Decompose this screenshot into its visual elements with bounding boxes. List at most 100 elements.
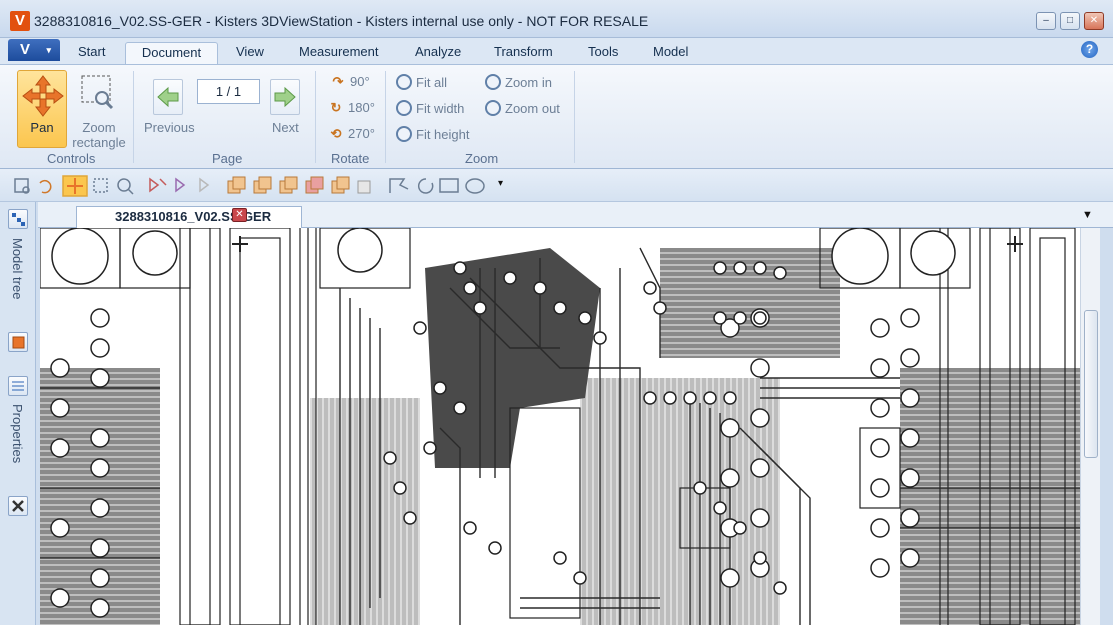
tools-icon[interactable]: [8, 496, 28, 516]
side-panel-strip: Model tree Properties: [0, 202, 36, 625]
zoom-in-icon: [485, 74, 501, 90]
tab-model[interactable]: Model: [653, 42, 688, 64]
close-button[interactable]: ✕: [1084, 12, 1104, 30]
pcb-pad: [720, 568, 740, 588]
pan-arrows-icon: [22, 75, 64, 117]
ribbon-panel: Pan Zoom rectangle Controls Previous 1 /…: [0, 64, 1113, 169]
toolbar-overflow-button[interactable]: ▾: [498, 178, 503, 189]
help-icon[interactable]: ?: [1081, 41, 1098, 58]
rotate-group-label: Rotate: [331, 151, 370, 166]
pcb-pad: [90, 308, 110, 328]
rotate-270-button[interactable]: ⟲ 270°: [328, 126, 375, 142]
pcb-via: [393, 481, 407, 495]
pcb-pad: [900, 548, 920, 568]
pcb-via: [463, 521, 477, 535]
chevron-down-icon: ▾: [46, 45, 51, 55]
group-divider: [133, 71, 134, 163]
pcb-via: [713, 261, 727, 275]
rotate-icon: ↻: [330, 100, 342, 115]
fit-width-button[interactable]: Fit width: [396, 100, 464, 116]
pcb-via: [693, 481, 707, 495]
zoom-out-button[interactable]: Zoom out: [485, 100, 560, 116]
pcb-via: [753, 261, 767, 275]
previous-page-button[interactable]: Previous: [143, 70, 197, 135]
scrollbar-thumb[interactable]: [1084, 310, 1098, 458]
next-page-button[interactable]: Next: [266, 70, 306, 135]
rotate-90-button[interactable]: ↷ 90°: [330, 74, 370, 90]
title-bar: V 3288310816_V02.SS-GER - Kisters 3DView…: [0, 0, 1113, 38]
previous-label: Previous: [144, 120, 195, 135]
pcb-pad: [90, 338, 110, 358]
pcb-via: [503, 271, 517, 285]
fit-all-label: Fit all: [416, 75, 448, 90]
pcb-via: [773, 266, 787, 280]
rotate-90-label: 90°: [350, 74, 370, 89]
pcb-via: [553, 301, 567, 315]
pcb-via: [453, 261, 467, 275]
rotate-270-label: 270°: [348, 126, 375, 141]
document-tab-bar: 3288310816_V02.SS-GER ✕ ▼: [38, 202, 1113, 228]
pcb-pad: [900, 468, 920, 488]
next-label: Next: [272, 120, 299, 135]
application-menu-button[interactable]: V ▾: [8, 39, 60, 61]
pcb-via: [753, 311, 767, 325]
maximize-button[interactable]: □: [1060, 12, 1080, 30]
zoom-rectangle-button[interactable]: Zoom rectangle: [72, 70, 126, 150]
pcb-viewport[interactable]: [40, 228, 1080, 625]
tab-start[interactable]: Start: [78, 42, 105, 64]
tab-measurement[interactable]: Measurement: [299, 42, 378, 64]
fit-height-button[interactable]: Fit height: [396, 126, 469, 142]
document-tab[interactable]: 3288310816_V02.SS-GER: [76, 206, 303, 228]
pan-label: Pan: [30, 120, 54, 135]
zoom-in-button[interactable]: Zoom in: [485, 74, 552, 90]
zoom-group-label: Zoom: [465, 151, 499, 166]
pcb-via: [488, 541, 502, 555]
arrow-left-icon: [153, 79, 183, 115]
model-tree-toggle-icon[interactable]: [8, 209, 28, 229]
pcb-pad: [900, 308, 920, 328]
tab-view[interactable]: View: [236, 42, 264, 64]
pcb-pad: [870, 478, 890, 498]
pcb-pad: [50, 438, 70, 458]
tab-document[interactable]: Document: [125, 42, 218, 64]
model-tree-tab[interactable]: Model tree: [10, 238, 25, 299]
tab-analyze[interactable]: Analyze: [415, 42, 461, 64]
pcb-pad: [900, 428, 920, 448]
properties-toggle-icon[interactable]: [8, 376, 28, 396]
pan-button[interactable]: Pan: [17, 70, 67, 148]
pcb-pad: [750, 508, 770, 528]
pcb-pad: [720, 468, 740, 488]
page-number-field[interactable]: 1 / 1: [197, 79, 260, 104]
pcb-pad: [50, 518, 70, 538]
document-list-dropdown[interactable]: ▼: [1082, 209, 1093, 221]
rotate-180-label: 180°: [348, 100, 375, 115]
fit-all-button[interactable]: Fit all: [396, 74, 447, 90]
rotate-180-button[interactable]: ↻ 180°: [328, 100, 375, 116]
pcb-via: [593, 331, 607, 345]
minimize-button[interactable]: –: [1036, 12, 1056, 30]
cube-icon[interactable]: [8, 332, 28, 352]
pcb-via: [733, 521, 747, 535]
zoom-rectangle-label-1: Zoom: [82, 120, 116, 135]
fit-height-icon: [396, 126, 412, 142]
pcb-pad: [750, 358, 770, 378]
pcb-pad: [750, 408, 770, 428]
fit-width-label: Fit width: [416, 101, 465, 116]
close-document-icon[interactable]: ✕: [232, 208, 247, 222]
pcb-pad: [870, 518, 890, 538]
pcb-pad: [50, 398, 70, 418]
zoom-out-icon: [485, 100, 501, 116]
pcb-via: [573, 571, 587, 585]
vertical-scrollbar[interactable]: [1080, 228, 1100, 625]
pcb-pad: [870, 558, 890, 578]
tab-transform[interactable]: Transform: [494, 42, 553, 64]
pcb-pad: [900, 388, 920, 408]
tab-tools[interactable]: Tools: [588, 42, 618, 64]
pcb-via: [663, 391, 677, 405]
pcb-pad: [870, 438, 890, 458]
pcb-via: [463, 281, 477, 295]
pcb-via: [713, 501, 727, 515]
group-divider: [315, 71, 316, 163]
properties-tab[interactable]: Properties: [10, 404, 25, 463]
pcb-pad: [90, 498, 110, 518]
